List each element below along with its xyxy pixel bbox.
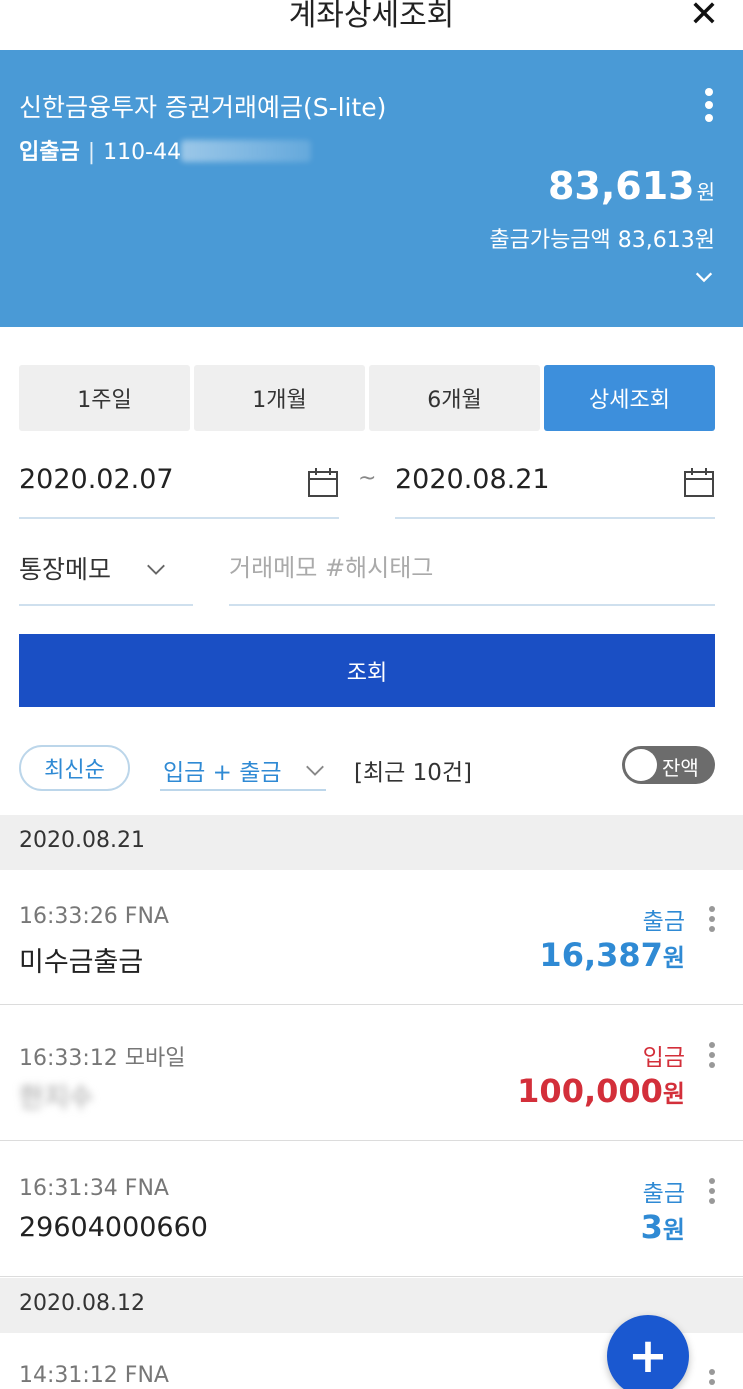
- tx-amount: 16,387원: [539, 936, 685, 974]
- tab-1week[interactable]: 1주일: [19, 365, 190, 431]
- add-button[interactable]: +: [607, 1315, 689, 1389]
- more-icon[interactable]: [709, 1042, 715, 1070]
- period-tabs: 1주일 1개월 6개월 상세조회: [19, 365, 715, 431]
- top-bar: 계좌상세조회 ✕: [0, 0, 743, 50]
- balance-toggle-label: 잔액: [662, 756, 699, 780]
- divider: |: [87, 140, 96, 165]
- date-group-header: 2020.08.21: [0, 815, 743, 870]
- tx-amount-value: 100,000: [517, 1072, 663, 1110]
- toggle-knob: [625, 749, 657, 781]
- result-count: [최근 10건]: [354, 760, 473, 786]
- calendar-icon[interactable]: [307, 466, 339, 498]
- transaction-row[interactable]: 16:31:34 FNA 29604000660 출금 3원: [0, 1142, 743, 1277]
- tx-amount-value: 16,387: [539, 936, 663, 974]
- account-number-masked: [181, 140, 312, 162]
- sort-button[interactable]: 최신순: [19, 745, 130, 791]
- tab-6months[interactable]: 6개월: [369, 365, 540, 431]
- tx-description: 29604000660: [19, 1212, 208, 1243]
- memo-select-value: 통장메모: [19, 555, 112, 584]
- search-button[interactable]: 조회: [19, 634, 715, 707]
- more-icon[interactable]: [709, 906, 715, 934]
- tx-amount-value: 3: [640, 1208, 663, 1246]
- memo-search-input[interactable]: [229, 548, 715, 588]
- balance-toggle[interactable]: 잔액: [622, 746, 715, 784]
- transaction-row[interactable]: 16:33:26 FNA 미수금출금 출금 16,387원: [0, 870, 743, 1005]
- tx-time: 14:31:12 FNA: [19, 1363, 169, 1388]
- available-amount: 출금가능금액 83,613원: [489, 228, 715, 253]
- account-name: 신한금융투자 증권거래예금(S-lite): [19, 93, 387, 122]
- tx-type: 출금: [642, 909, 685, 935]
- date-separator: ~: [358, 466, 377, 491]
- page-title: 계좌상세조회: [288, 0, 455, 33]
- close-icon[interactable]: ✕: [689, 0, 719, 35]
- calendar-icon[interactable]: [683, 466, 715, 498]
- group-date: 2020.08.12: [19, 1291, 145, 1316]
- balance-unit: 원: [696, 180, 715, 204]
- account-number: 110-44: [103, 140, 182, 165]
- tx-type: 입금: [642, 1045, 685, 1071]
- tx-amount-unit: 원: [662, 944, 685, 972]
- tx-description: 한지수: [19, 1083, 94, 1114]
- tx-type: 출금: [642, 1181, 685, 1207]
- group-date: 2020.08.21: [19, 828, 145, 853]
- account-card: 신한금융투자 증권거래예금(S-lite) 입출금 | 110-44 83,613 원…: [0, 50, 743, 327]
- memo-select[interactable]: 통장메모: [19, 530, 193, 606]
- tx-amount-unit: 원: [662, 1080, 685, 1108]
- memo-search-field[interactable]: [229, 530, 715, 606]
- account-balance: 83,613 원: [548, 164, 715, 208]
- more-icon[interactable]: [709, 1369, 715, 1389]
- tx-time: 16:33:12 모바일: [19, 1046, 186, 1071]
- tx-time: 16:31:34 FNA: [19, 1176, 169, 1201]
- tab-detail[interactable]: 상세조회: [544, 365, 715, 431]
- tx-time: 16:33:26 FNA: [19, 904, 169, 929]
- transaction-row[interactable]: 16:33:12 모바일 한지수 입금 100,000원: [0, 1006, 743, 1141]
- date-to: 2020.08.21: [395, 464, 550, 495]
- chevron-down-icon: [147, 564, 165, 575]
- tx-description: 미수금출금: [19, 947, 144, 978]
- balance-value: 83,613: [547, 164, 695, 208]
- date-from: 2020.02.07: [19, 464, 174, 495]
- type-filter-select[interactable]: 입금 + 출금: [160, 745, 326, 791]
- date-to-field[interactable]: 2020.08.21: [395, 444, 715, 519]
- tx-amount-unit: 원: [662, 1216, 685, 1244]
- more-icon[interactable]: [709, 1178, 715, 1206]
- tx-amount: 100,000원: [517, 1072, 685, 1110]
- chevron-down-icon[interactable]: [693, 266, 715, 288]
- account-sub: 입출금 | 110-44: [19, 134, 312, 166]
- more-icon[interactable]: [705, 88, 715, 122]
- tab-1month[interactable]: 1개월: [194, 365, 365, 431]
- chevron-down-icon: [306, 765, 324, 776]
- type-filter-value: 입금 + 출금: [163, 760, 282, 786]
- account-type: 입출금: [19, 140, 80, 165]
- tx-amount: 3원: [641, 1208, 685, 1246]
- date-from-field[interactable]: 2020.02.07: [19, 444, 339, 519]
